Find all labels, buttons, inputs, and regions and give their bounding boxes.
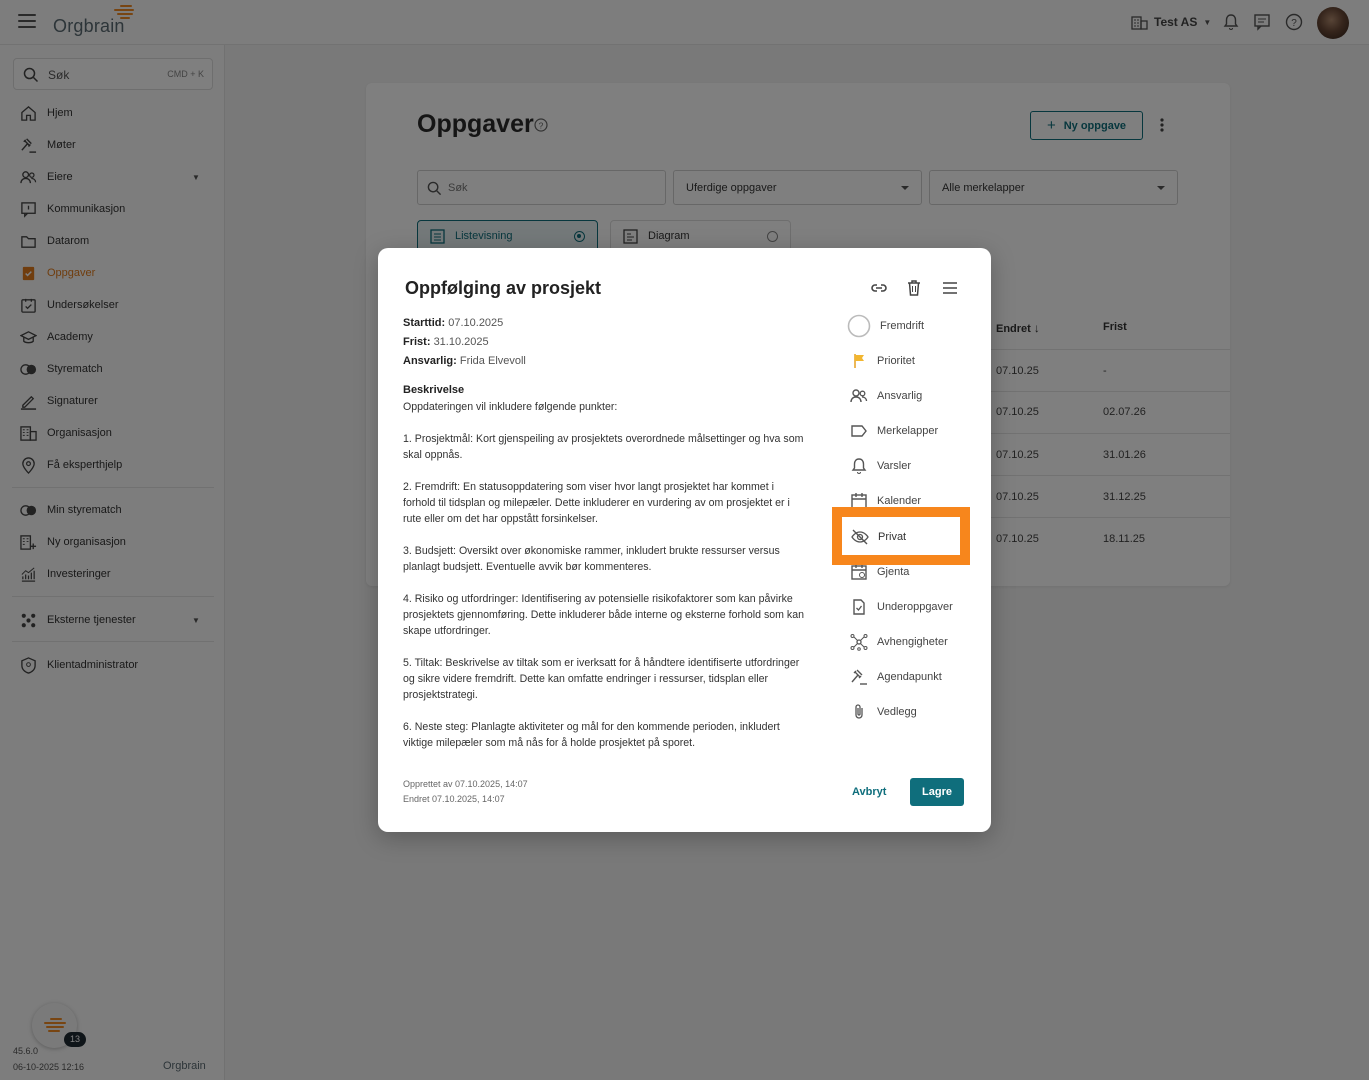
side-action-attachments[interactable]: Vedlegg [850,701,917,723]
trash-icon[interactable] [905,279,923,297]
changed-info: Endret 07.10.2025, 14:07 [403,794,505,804]
side-action-alerts[interactable]: Varsler [850,455,911,477]
side-action-dependencies[interactable]: Avhengigheter [850,631,948,653]
side-action-subtasks[interactable]: Underoppgaver [850,596,953,618]
side-action-tags[interactable]: Merkelapper [850,420,938,442]
menu-icon[interactable] [941,279,959,297]
side-action-private[interactable]: Privat [851,527,906,547]
side-action-progress[interactable]: Fremdrift [847,314,924,338]
created-info: Opprettet av 07.10.2025, 14:07 [403,779,528,789]
cancel-button[interactable]: Avbryt [852,786,886,798]
subtask-icon [853,599,865,615]
side-action-priority[interactable]: Prioritet [850,350,915,372]
gavel-icon [851,669,867,685]
people-icon [850,389,868,403]
paperclip-icon [855,704,863,719]
repeat-calendar-icon [851,564,867,580]
start-time: Starttid: 07.10.2025 [403,317,504,329]
eye-off-icon [851,529,869,545]
save-button[interactable]: Lagre [910,778,964,806]
dialog-title: Oppfølging av prosjekt [405,278,602,298]
side-action-label: Privat [878,531,907,543]
description-text[interactable]: Oppdateringen vil inkludere følgende pun… [403,399,808,751]
side-action-agenda[interactable]: Agendapunkt [850,666,942,688]
bell-icon [851,458,867,474]
side-action-responsible[interactable]: Ansvarlig [850,385,922,407]
responsible: Ansvarlig: Frida Elvevoll [403,355,526,367]
link-icon[interactable] [870,279,888,297]
due-date: Frist: 31.10.2025 [403,336,489,348]
flag-icon [854,354,864,368]
dependency-icon [850,634,868,651]
description-heading: Beskrivelse [403,384,465,396]
progress-ring-icon [847,314,871,338]
tag-icon [851,425,867,437]
